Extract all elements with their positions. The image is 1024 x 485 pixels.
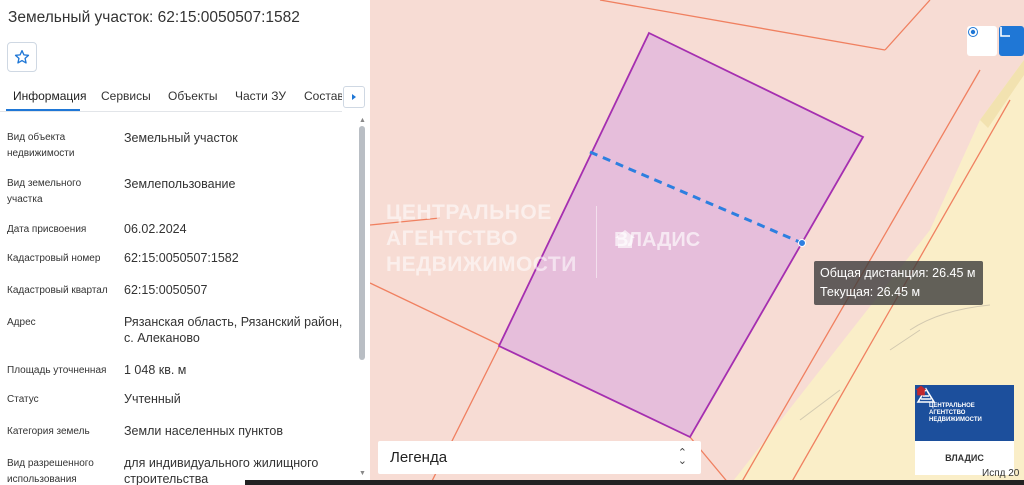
chevron-up-down-icon: ⌃ ⌄ bbox=[677, 447, 687, 467]
property-value: Земли населенных пунктов bbox=[124, 424, 283, 438]
tab-parts[interactable]: Части ЗУ bbox=[235, 89, 286, 103]
measure-tooltip: Общая дистанция: 26.45 м Текущая: 26.45 … bbox=[814, 261, 983, 305]
property-value: Учтенный bbox=[124, 392, 181, 406]
property-label: Кадастровый квартал bbox=[7, 285, 108, 296]
tab-bar: Информация Сервисы Объекты Части ЗУ Сост… bbox=[0, 84, 342, 112]
property-label: Вид земельного участка bbox=[7, 178, 82, 205]
tab-objects[interactable]: Объекты bbox=[168, 89, 218, 103]
current-distance: Текущая: 26.45 м bbox=[820, 285, 921, 299]
brand-logo: ЦЕНТРАЛЬНОЕ АГЕНТСТВО НЕДВИЖИМОСТИ ВЛАДИ… bbox=[915, 385, 1014, 475]
watermark-line: НЕДВИЖИМОСТИ bbox=[386, 253, 577, 276]
property-value: 1 048 кв. м bbox=[124, 363, 187, 377]
tab-info[interactable]: Информация bbox=[13, 89, 86, 103]
watermark-divider bbox=[596, 206, 597, 278]
property-value: 62:15:0050507:1582 bbox=[124, 251, 239, 265]
scroll-down-arrow[interactable]: ▼ bbox=[359, 470, 366, 477]
page-title: Земельный участок: 62:15:0050507:1582 bbox=[8, 9, 300, 26]
property-label: Вид разрешенного использования bbox=[7, 458, 94, 485]
legend-toggle-bar[interactable]: Легенда ⌃ ⌄ bbox=[378, 441, 701, 474]
legend-label: Легенда bbox=[390, 449, 448, 466]
property-value: 62:15:0050507 bbox=[124, 283, 208, 297]
info-panel: Земельный участок: 62:15:0050507:1582 Ин… bbox=[0, 0, 370, 485]
active-tab-indicator bbox=[6, 109, 80, 111]
bottom-bar bbox=[245, 480, 1024, 485]
favorite-button[interactable] bbox=[7, 42, 37, 72]
measure-point bbox=[798, 239, 806, 247]
map-view[interactable]: ЦЕНТРАЛЬНОЕ АГЕНТСТВО НЕДВИЖИМОСТИ ВЛАДИ… bbox=[370, 0, 1024, 485]
target-icon bbox=[968, 27, 978, 37]
property-list: Вид объекта недвижимости Земельный участ… bbox=[0, 118, 356, 485]
property-value: Земельный участок bbox=[124, 131, 238, 145]
total-distance: Общая дистанция: 26.45 м bbox=[820, 266, 976, 280]
scroll-up-arrow[interactable]: ▲ bbox=[359, 117, 366, 124]
property-label: Площадь уточненная bbox=[7, 365, 107, 376]
watermark-line: АГЕНТСТВО bbox=[386, 227, 519, 250]
star-icon bbox=[14, 50, 30, 64]
brand-logo-top: ЦЕНТРАЛЬНОЕ АГЕНТСТВО НЕДВИЖИМОСТИ bbox=[915, 385, 1014, 441]
property-value: Землепользование bbox=[124, 177, 236, 191]
brand-line: НЕДВИЖИМОСТИ bbox=[929, 416, 982, 423]
brand-line: АГЕНТСТВО bbox=[929, 409, 966, 416]
property-value: Рязанская область, Рязанский район, с. А… bbox=[124, 315, 343, 345]
house-icon bbox=[615, 230, 635, 248]
tab-composition[interactable]: Состав bbox=[304, 89, 342, 103]
property-value: 06.02.2024 bbox=[124, 222, 187, 236]
property-label: Кадастровый номер bbox=[7, 253, 101, 264]
triangle-right-icon bbox=[352, 94, 356, 100]
tab-services[interactable]: Сервисы bbox=[101, 89, 151, 103]
property-label: Дата присвоения bbox=[7, 224, 87, 235]
property-label: Статус bbox=[7, 394, 39, 405]
brand-logo-text: ВЛАДИС bbox=[945, 453, 984, 463]
tabs-scroll-right-button[interactable] bbox=[343, 86, 365, 108]
watermark-line: ЦЕНТРАЛЬНОЕ bbox=[386, 201, 552, 224]
ruler-icon bbox=[1000, 27, 1010, 37]
property-label: Адрес bbox=[7, 317, 36, 328]
measure-button[interactable] bbox=[999, 26, 1024, 56]
property-label: Категория земель bbox=[7, 426, 90, 437]
house-icon bbox=[915, 385, 927, 396]
property-label: Вид объекта недвижимости bbox=[7, 132, 75, 159]
watermark-text: ЦЕНТРАЛЬНОЕ АГЕНТСТВО НЕДВИЖИМОСТИ bbox=[386, 200, 577, 278]
map-attribution: Испд 20 bbox=[982, 468, 1020, 479]
watermark-logo: ВЛАДИС bbox=[614, 229, 700, 252]
locate-button[interactable] bbox=[967, 26, 997, 56]
scrollbar-thumb[interactable] bbox=[359, 126, 365, 360]
